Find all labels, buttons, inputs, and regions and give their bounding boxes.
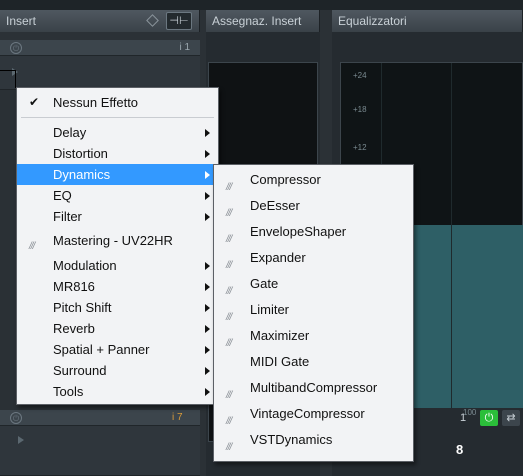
submenu-arrow-icon (205, 346, 210, 354)
power-icon[interactable]: ⏻ (10, 412, 22, 424)
db-label: +24 (353, 71, 367, 80)
slot-expand-icon[interactable] (18, 436, 24, 444)
submenu-arrow-icon (205, 150, 210, 158)
submenu-arrow-icon (205, 367, 210, 375)
channel-number: 1 (460, 412, 467, 424)
submenu-arrow-icon (205, 171, 210, 179)
submenu-arrow-icon (205, 213, 210, 221)
power-on-icon[interactable]: ⏻ (480, 410, 498, 426)
submenu-item-multibandcompressor[interactable]: ///MultibandCompressor (214, 375, 413, 401)
bypass-toggle-icon[interactable]: ⊣⊢ (166, 12, 192, 30)
insert-effect-menu: ✔ Nessun Effetto Delay Distortion Dynami… (16, 87, 219, 405)
menu-item-nessun-effetto[interactable]: ✔ Nessun Effetto (17, 92, 218, 113)
submenu-item-midi-gate[interactable]: MIDI Gate (214, 349, 413, 375)
leader-line (15, 70, 16, 88)
eq-panel-header: Equalizzatori (332, 10, 523, 32)
checkmark-icon: ✔ (29, 95, 40, 109)
insert-slot-1-header: ⏻ i 1 (0, 40, 200, 56)
grid-line (451, 63, 452, 408)
menu-item-mr816[interactable]: MR816 (17, 276, 218, 297)
submenu-item-envelopeshaper[interactable]: ///EnvelopeShaper (214, 219, 413, 245)
leader-line (0, 70, 16, 71)
menu-item-spatial-panner[interactable]: Spatial + Panner (17, 339, 218, 360)
submenu-arrow-icon (205, 262, 210, 270)
top-strip (0, 0, 523, 10)
submenu-item-maximizer[interactable]: ///Maximizer (214, 323, 413, 349)
slot-number: i 1 (179, 42, 190, 53)
menu-item-filter[interactable]: Filter (17, 206, 218, 227)
submenu-item-compressor[interactable]: ///Compressor (214, 167, 413, 193)
submenu-item-deesser[interactable]: ///DeEsser (214, 193, 413, 219)
submenu-arrow-icon (205, 283, 210, 291)
insert-slot-1[interactable] (0, 56, 200, 90)
submenu-item-gate[interactable]: ///Gate (214, 271, 413, 297)
menu-item-dynamics[interactable]: Dynamics (17, 164, 218, 185)
menu-item-delay[interactable]: Delay (17, 122, 218, 143)
diamond-icon[interactable] (146, 14, 159, 27)
eq-panel-title: Equalizzatori (338, 14, 407, 28)
menu-item-pitch-shift[interactable]: Pitch Shift (17, 297, 218, 318)
menu-item-distortion[interactable]: Distortion (17, 143, 218, 164)
dynamics-submenu: ///Compressor ///DeEsser ///EnvelopeShap… (213, 164, 414, 462)
menu-separator (21, 117, 214, 118)
insert-panel-title: Insert (6, 14, 37, 28)
submenu-arrow-icon (205, 129, 210, 137)
plugin-icon: /// (29, 241, 35, 252)
menu-item-surround[interactable]: Surround (17, 360, 218, 381)
insert-slot-7-header: ⏻ i 7 (0, 410, 200, 426)
insert-slot-7[interactable] (0, 426, 200, 476)
submenu-arrow-icon (205, 388, 210, 396)
swap-icon[interactable]: ⇄ (502, 410, 520, 426)
channel-value: 8 (456, 442, 464, 457)
assign-panel-header: Assegnaz. Insert (206, 10, 320, 32)
plugin-icon: /// (226, 442, 232, 453)
submenu-arrow-icon (205, 304, 210, 312)
submenu-arrow-icon (205, 325, 210, 333)
menu-item-tools[interactable]: Tools (17, 381, 218, 402)
insert-panel-header: Insert ⊣⊢ (0, 10, 200, 32)
power-icon[interactable]: ⏻ (10, 42, 22, 54)
menu-item-eq[interactable]: EQ (17, 185, 218, 206)
submenu-item-limiter[interactable]: ///Limiter (214, 297, 413, 323)
db-label: +12 (353, 143, 367, 152)
submenu-arrow-icon (205, 192, 210, 200)
menu-item-modulation[interactable]: Modulation (17, 255, 218, 276)
slot-number: i 7 (172, 412, 183, 423)
submenu-item-vstdynamics[interactable]: ///VSTDynamics (214, 427, 413, 453)
submenu-item-vintagecompressor[interactable]: ///VintageCompressor (214, 401, 413, 427)
db-label: +18 (353, 105, 367, 114)
menu-item-mastering-uv22hr[interactable]: ///Mastering - UV22HR (17, 230, 218, 252)
assign-panel-title: Assegnaz. Insert (212, 14, 302, 28)
menu-item-reverb[interactable]: Reverb (17, 318, 218, 339)
submenu-item-expander[interactable]: ///Expander (214, 245, 413, 271)
